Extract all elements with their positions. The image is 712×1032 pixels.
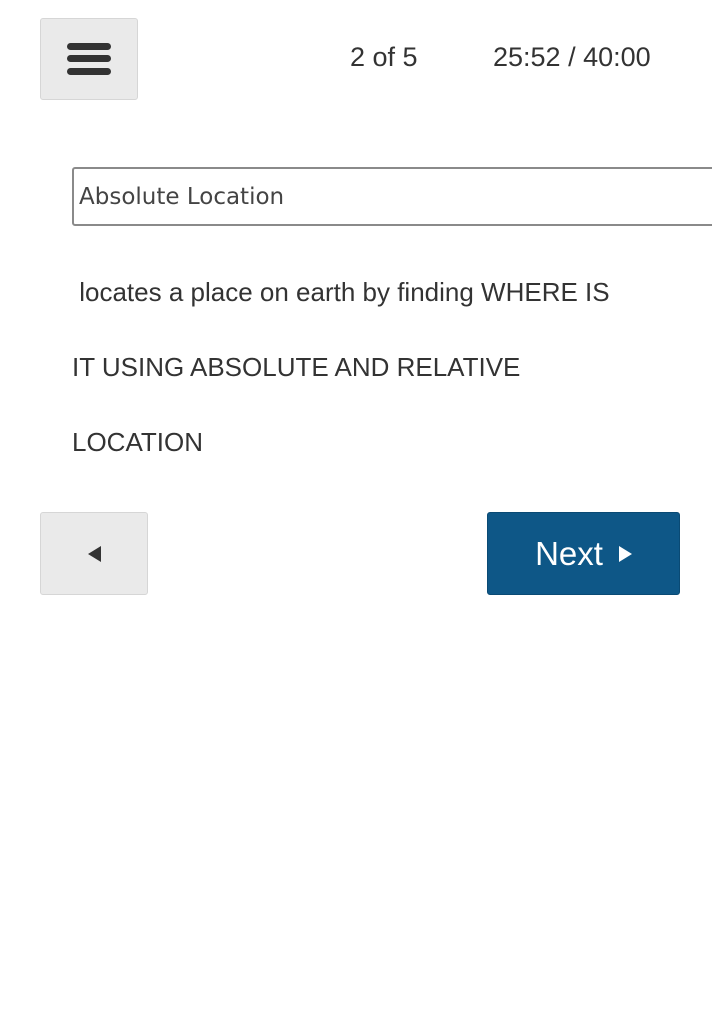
triangle-right-icon bbox=[618, 545, 632, 562]
next-label: Next bbox=[535, 534, 603, 572]
question-text: locates a place on earth by finding WHER… bbox=[72, 255, 672, 480]
question-progress: 2 of 5 bbox=[350, 42, 418, 72]
timer: 25:52 / 40:00 bbox=[493, 42, 651, 72]
question-line: IT USING ABSOLUTE AND RELATIVE bbox=[72, 352, 521, 382]
hamburger-menu-icon bbox=[67, 43, 111, 75]
next-button[interactable]: Next bbox=[487, 512, 680, 595]
triangle-left-icon bbox=[87, 545, 101, 562]
question-line: locates a place on earth by finding WHER… bbox=[72, 277, 610, 307]
menu-button[interactable] bbox=[40, 18, 138, 100]
answer-input[interactable] bbox=[72, 167, 712, 226]
previous-button[interactable] bbox=[40, 512, 148, 595]
question-line: LOCATION bbox=[72, 427, 203, 457]
